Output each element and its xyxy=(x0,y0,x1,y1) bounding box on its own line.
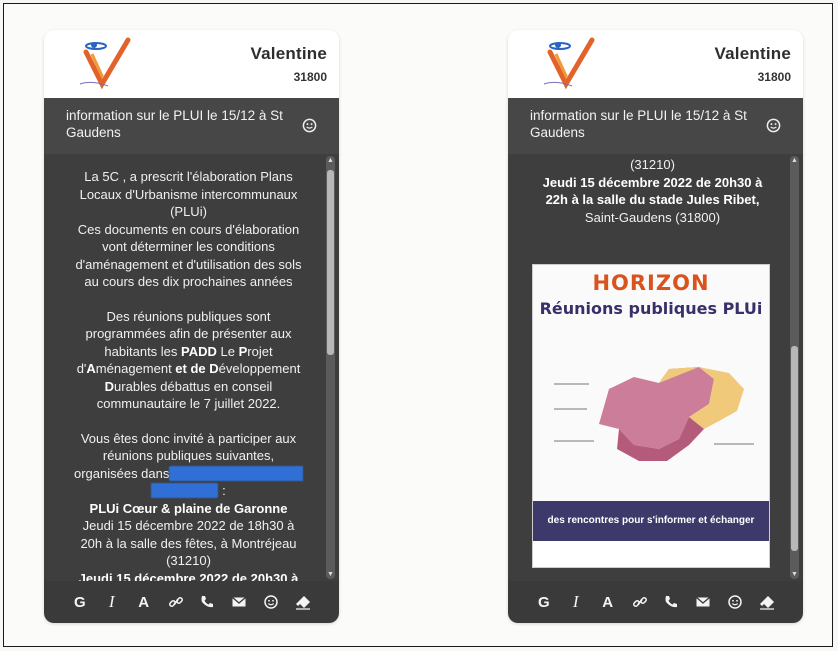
paragraph-meetings: Des réunions publiques sont programmées … xyxy=(72,308,305,413)
phone-icon[interactable] xyxy=(197,592,217,612)
contact-header: Valentine 31800 xyxy=(508,30,803,98)
event-details: Jeudi 15 décembre 2022 de 18h30 à 20h à … xyxy=(80,518,297,568)
message-text: La 5C , a prescrit l'élaboration Plans L… xyxy=(44,154,339,581)
scrollbar[interactable]: ▲ ▼ xyxy=(790,156,799,579)
contact-name: Valentine xyxy=(250,44,327,63)
territory-map xyxy=(554,367,754,461)
link-icon[interactable] xyxy=(630,592,650,612)
scroll-down-icon[interactable]: ▼ xyxy=(327,571,334,578)
contact-zip: 31800 xyxy=(293,70,327,84)
phone-left: Valentine 31800 information sur le PLUI … xyxy=(44,30,339,623)
contact-name: Valentine xyxy=(714,44,791,63)
emoji-icon[interactable] xyxy=(725,592,745,612)
message-body[interactable]: (31210) Jeudi 15 décembre 2022 de 20h30 … xyxy=(508,154,803,581)
font-button[interactable]: A xyxy=(598,592,618,612)
emoji-icon[interactable] xyxy=(766,118,781,133)
subject-bar: information sur le PLUI le 15/12 à St Ga… xyxy=(44,98,339,154)
event-title: PLUi Cœur & plaine de Garonne xyxy=(89,500,288,516)
meetings-text-e: éveloppement xyxy=(218,361,301,376)
paragraph-invite: Vous êtes donc invité à participer aux r… xyxy=(72,430,305,582)
poster-title: HORIZON xyxy=(592,271,710,295)
subject-bar: information sur le PLUI le 15/12 à St Ga… xyxy=(508,98,803,154)
padd-letter-p: P xyxy=(238,343,248,359)
contact-header: Valentine 31800 xyxy=(44,30,339,98)
emoji-icon[interactable] xyxy=(261,592,281,612)
brand-logo-icon xyxy=(543,37,595,90)
subject-text: information sur le PLUI le 15/12 à St Ga… xyxy=(530,108,747,140)
paragraph-documents-text: Ces documents en cours d'élaboration von… xyxy=(75,221,302,290)
phone-right: Valentine 31800 information sur le PLUI … xyxy=(508,30,803,623)
poster-subtitle: Réunions publiques PLUi xyxy=(539,299,763,318)
format-toolbar: G I A xyxy=(508,581,803,623)
italic-button[interactable]: I xyxy=(566,592,586,612)
brand-logo-icon xyxy=(79,37,131,90)
poster-header: HORIZON Réunions publiques PLUi xyxy=(533,265,769,318)
link-icon[interactable] xyxy=(166,592,186,612)
bold-button[interactable]: G xyxy=(534,592,554,612)
padd-letter-a: A xyxy=(86,361,96,376)
message-text: (31210) Jeudi 15 décembre 2022 de 20h30 … xyxy=(508,154,803,226)
scrollbar[interactable]: ▲ ▼ xyxy=(326,156,335,579)
event-time-bold: Jeudi 15 décembre 2022 de 20h30 à 22h à … xyxy=(542,174,763,208)
scroll-up-icon[interactable]: ▲ xyxy=(327,157,334,164)
poster-footer xyxy=(533,541,769,567)
scroll-down-icon[interactable]: ▼ xyxy=(791,571,798,578)
contact-zip: 31800 xyxy=(757,70,791,84)
location-cut: (31210) xyxy=(630,157,675,172)
meetings-text-f: urables débattus en conseil communautair… xyxy=(96,378,281,412)
bold-button[interactable]: G xyxy=(70,592,90,612)
padd-et-de-d: et de D xyxy=(175,361,219,376)
paragraph-intro-text: La 5C , a prescrit l'élaboration Plans L… xyxy=(79,169,298,219)
paragraph-intro: La 5C , a prescrit l'élaboration Plans L… xyxy=(72,168,305,291)
format-toolbar: G I A xyxy=(44,581,339,623)
poster-banner: des rencontres pour s'informer et échang… xyxy=(533,501,769,541)
meetings-text-d: ménagement xyxy=(95,361,176,376)
scroll-thumb[interactable] xyxy=(327,170,334,355)
message-body[interactable]: La 5C , a prescrit l'élaboration Plans L… xyxy=(44,154,339,581)
scroll-thumb[interactable] xyxy=(791,346,798,551)
event-place: Saint-Gaudens (31800) xyxy=(584,209,721,225)
padd-letter-d: D xyxy=(104,378,115,394)
scroll-up-icon[interactable]: ▲ xyxy=(791,157,798,164)
eraser-icon[interactable] xyxy=(757,592,777,612)
italic-button[interactable]: I xyxy=(102,592,122,612)
event-poster-image: HORIZON Réunions publiques PLUi des renc… xyxy=(532,264,770,568)
event-next-cut: Jeudi 15 décembre 2022 de 20h30 à xyxy=(78,570,299,582)
emoji-icon[interactable] xyxy=(302,118,317,133)
font-button[interactable]: A xyxy=(134,592,154,612)
mail-icon[interactable] xyxy=(229,592,249,612)
subject-text: information sur le PLUI le 15/12 à St Ga… xyxy=(66,108,283,140)
communes-link[interactable]: les communes ci-après (voir le lien) xyxy=(151,465,304,498)
padd-acronym: PADD xyxy=(181,343,217,359)
phone-icon[interactable] xyxy=(661,592,681,612)
mail-icon[interactable] xyxy=(693,592,713,612)
meetings-text-b: Le xyxy=(216,343,239,359)
eraser-icon[interactable] xyxy=(293,592,313,612)
